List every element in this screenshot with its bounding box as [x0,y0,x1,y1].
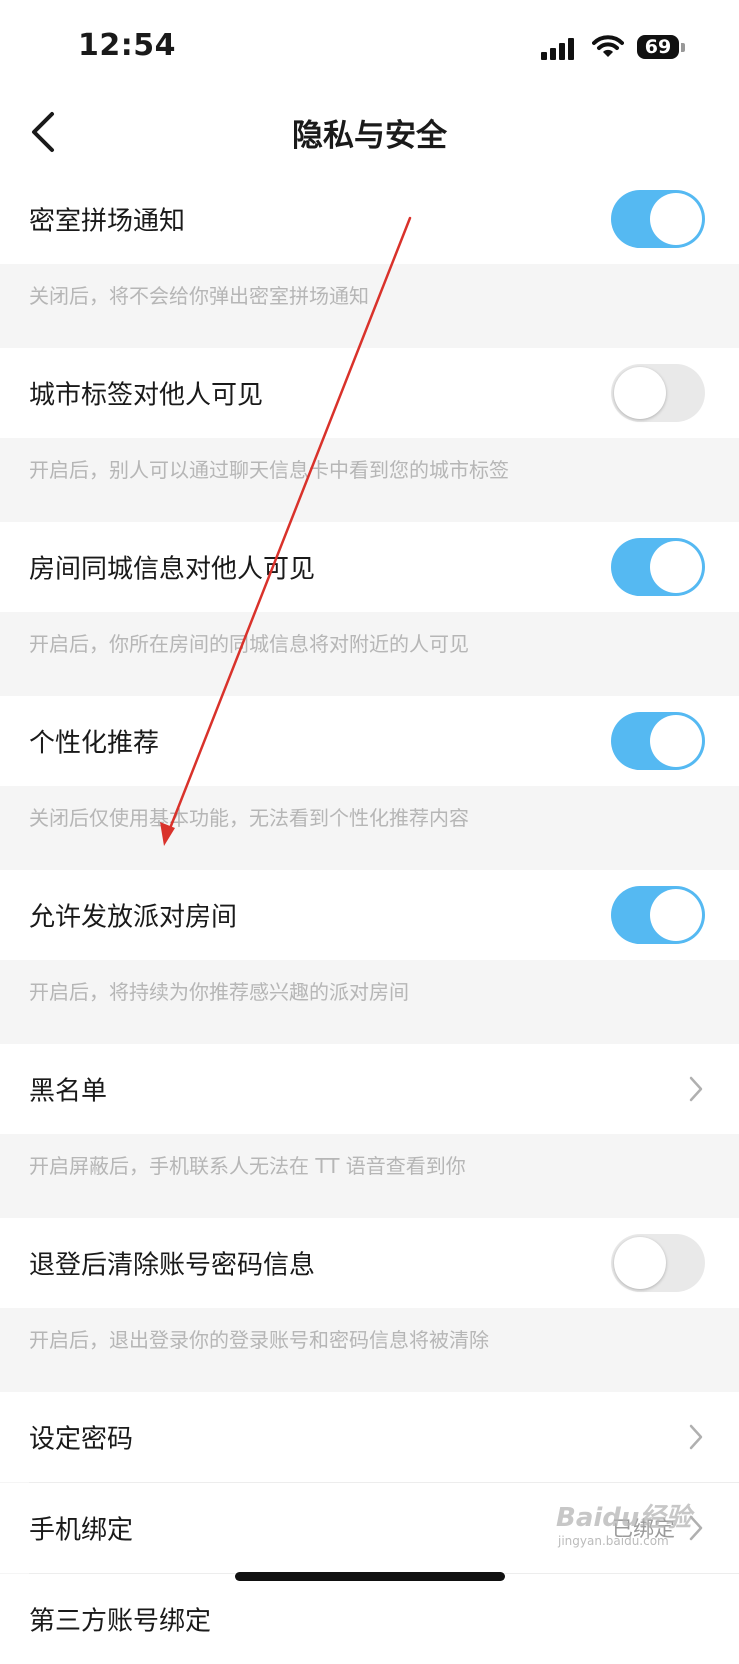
page-title: 隐私与安全 [292,118,447,154]
setting-description: 开启后，别人可以通过聊天信息卡中看到您的城市标签 [0,438,739,522]
setting-label: 个性化推荐 [29,728,160,759]
battery-icon: 69 [637,35,685,61]
setting-label: 黑名单 [29,1076,108,1107]
city-tag-visible-toggle[interactable] [611,364,705,422]
status-time: 12:54 [78,28,176,63]
watermark-url: jingyan.baidu.com [558,1534,669,1548]
setting-room-city-info-visible: 房间同城信息对他人可见 [0,522,739,612]
setting-description: 开启后，你所在房间的同城信息将对附近的人可见 [0,612,739,696]
clear-account-info-toggle[interactable] [611,1234,705,1292]
setting-description: 开启后，将持续为你推荐感兴趣的派对房间 [0,960,739,1044]
setting-room-match-notify: 密室拼场通知 [0,174,739,264]
setting-blacklist[interactable]: 黑名单 [0,1044,739,1134]
setting-set-password[interactable]: 设定密码 [0,1392,739,1482]
setting-label: 手机绑定 [29,1515,134,1546]
watermark-logo: Baidu经验 [556,1503,692,1533]
setting-label: 房间同城信息对他人可见 [29,554,316,585]
setting-label: 密室拼场通知 [29,206,186,237]
signal-icon [541,38,577,60]
personalized-recommend-toggle[interactable] [611,712,705,770]
setting-label: 设定密码 [29,1424,134,1455]
wifi-icon [592,35,624,57]
settings-list: 密室拼场通知 关闭后，将不会给你弹出密室拼场通知 城市标签对他人可见 开启后，别… [0,174,739,1664]
nav-bar: 隐私与安全 [0,90,739,174]
home-indicator[interactable] [235,1572,505,1581]
setting-label: 城市标签对他人可见 [29,380,264,411]
setting-description: 关闭后，将不会给你弹出密室拼场通知 [0,264,739,348]
setting-description: 关闭后仅使用基本功能，无法看到个性化推荐内容 [0,786,739,870]
setting-personalized-recommend: 个性化推荐 [0,696,739,786]
status-bar: 12:54 69 [0,0,739,90]
battery-level: 69 [637,35,679,59]
setting-label: 退登后清除账号密码信息 [29,1250,316,1281]
setting-description: 开启后，退出登录你的登录账号和密码信息将被清除 [0,1308,739,1392]
room-city-info-toggle[interactable] [611,538,705,596]
setting-description: 开启屏蔽后，手机联系人无法在 TT 语音查看到你 [0,1134,739,1218]
chevron-right-icon [689,1424,703,1450]
chevron-right-icon [689,1076,703,1102]
setting-city-tag-visible: 城市标签对他人可见 [0,348,739,438]
setting-clear-account-info: 退登后清除账号密码信息 [0,1218,739,1308]
setting-label: 第三方账号绑定 [29,1606,212,1637]
setting-third-party-binding[interactable]: 第三方账号绑定 [0,1574,739,1664]
room-match-notify-toggle[interactable] [611,190,705,248]
party-room-toggle[interactable] [611,886,705,944]
setting-label: 允许发放派对房间 [29,902,238,933]
setting-party-room: 允许发放派对房间 [0,870,739,960]
